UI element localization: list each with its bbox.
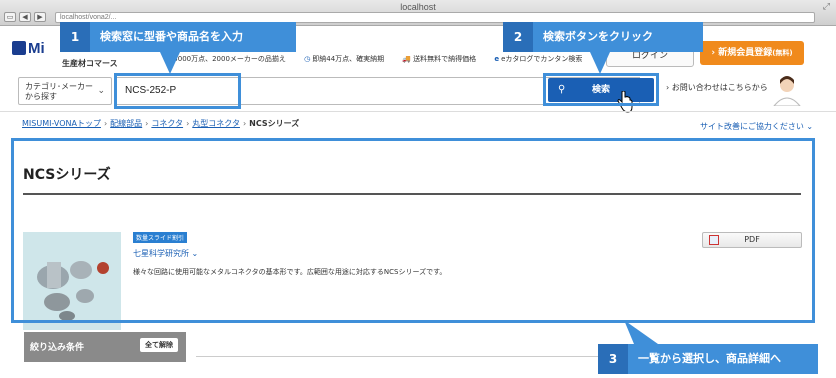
callout-2-label: 2 検索ボタンをクリック — [503, 22, 703, 52]
clear-filters-button[interactable]: 全て解除 — [140, 338, 178, 352]
header-divider — [0, 111, 836, 112]
callout-3-frame — [11, 138, 815, 323]
ecatalog-icon: e — [494, 55, 500, 63]
callout-1-frame — [114, 73, 241, 109]
chevron-right-icon: › — [145, 119, 149, 128]
breadcrumb-link[interactable]: MISUMI-VONAトップ — [22, 119, 101, 128]
browser-title: localhost — [400, 2, 436, 12]
callout-2-pointer — [590, 52, 610, 74]
breadcrumb-link[interactable]: 配線部品 — [110, 119, 142, 128]
chevron-right-icon: › — [103, 119, 108, 128]
breadcrumb: MISUMI-VONAトップ › 配線部品 › コネクタ › 丸型コネクタ › NCSシリーズ — [22, 118, 299, 129]
fullscreen-icon[interactable]: ⤢ — [823, 2, 830, 12]
site-logo[interactable]: Mi — [12, 39, 62, 61]
filter-title: 絞り込み条件 — [30, 343, 85, 353]
feature-item: e eカタログでカンタン検索 — [494, 55, 583, 63]
feature-item: ★3000万点、2000メーカーの品揃え — [165, 55, 294, 63]
contact-link[interactable]: › お問い合わせはこちらから — [666, 82, 768, 93]
back-button[interactable]: ◀ — [19, 12, 31, 22]
chevron-right-icon: › — [186, 119, 190, 128]
register-button[interactable]: › 新規会員登録(無料) — [700, 41, 804, 65]
site-tagline: 生産材コマース — [62, 59, 118, 68]
chevron-down-icon: ⌄ — [97, 86, 105, 96]
chevron-right-icon: › — [242, 119, 247, 128]
feature-list: ★3000万点、2000メーカーの品揃え ◷即納44万点、確実納期 🚚送料無料で… — [165, 54, 598, 64]
logo-text: Mi — [28, 40, 45, 57]
filter-divider — [196, 356, 598, 357]
clock-icon: ◷ — [304, 55, 311, 63]
breadcrumb-link[interactable]: 丸型コネクタ — [192, 119, 240, 128]
truck-icon: 🚚 — [402, 55, 412, 63]
site-feedback-link[interactable]: サイト改善にご協力ください ⌄ — [700, 121, 813, 132]
breadcrumb-current: NCSシリーズ — [249, 119, 300, 128]
feature-item: ◷ 即納44万点、確実納期 — [304, 55, 385, 63]
operator-avatar — [773, 76, 801, 106]
callout-2-frame — [543, 73, 659, 106]
breadcrumb-link[interactable]: コネクタ — [151, 119, 183, 128]
chevron-down-icon: ⌄ — [803, 122, 814, 131]
callout-1-pointer — [160, 52, 180, 74]
category-maker-dropdown[interactable]: カテゴリ･メーカー から探す ⌄ — [18, 77, 112, 105]
feature-item: 🚚 送料無料で納得価格 — [402, 55, 477, 63]
callout-3-pointer — [624, 320, 658, 344]
callout-1-label: 1 検索窓に型番や商品名を入力 — [60, 22, 296, 52]
sidebar-toggle-button[interactable]: ▭ — [4, 12, 16, 22]
logo-mark-icon — [12, 41, 26, 55]
callout-3-label: 3 一覧から選択し、商品詳細へ — [598, 344, 818, 374]
filter-header: 絞り込み条件 全て解除 — [24, 332, 186, 362]
forward-button[interactable]: ▶ — [34, 12, 46, 22]
